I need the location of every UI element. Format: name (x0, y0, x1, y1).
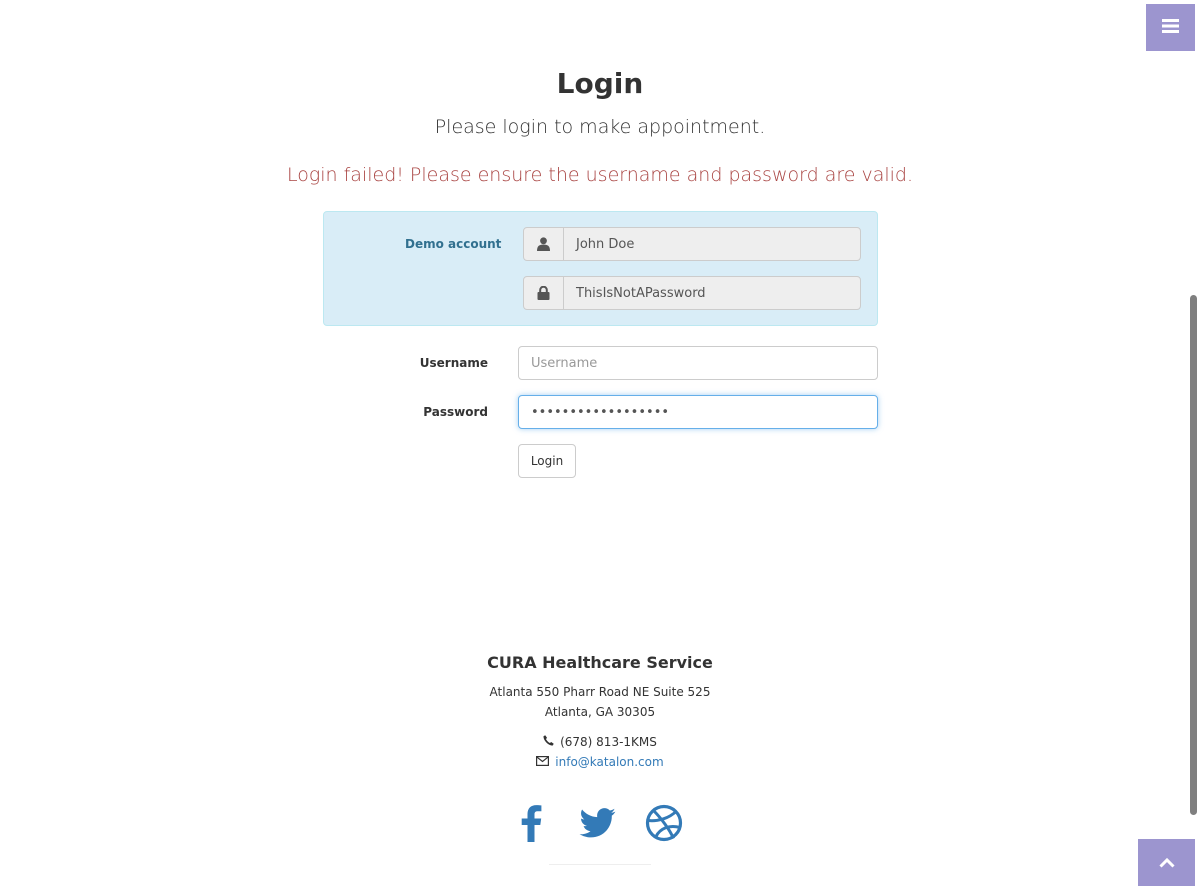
chevron-up-icon (1158, 853, 1175, 872)
demo-username-field: John Doe (523, 227, 861, 261)
footer-address-line2: Atlanta, GA 30305 (544, 705, 656, 719)
bars-icon (1162, 18, 1179, 37)
username-input[interactable] (518, 346, 878, 380)
dribbble-icon[interactable] (642, 801, 686, 845)
footer-company-name: CURA Healthcare Service (487, 653, 713, 672)
envelope-icon (536, 755, 550, 769)
page-subtitle: Please login to make appointment. (434, 116, 766, 138)
demo-account-label: Demo account (405, 237, 502, 251)
password-input[interactable] (518, 395, 878, 429)
demo-password-value: ThisIsNotAPassword (576, 285, 706, 301)
phone-icon (543, 735, 554, 749)
page-title: Login (556, 67, 644, 100)
footer-email: info@katalon.com (0, 755, 1200, 769)
twitter-icon[interactable] (576, 801, 620, 845)
footer-email-link[interactable]: info@katalon.com (555, 755, 663, 769)
footer-address-line1: Atlanta 550 Pharr Road NE Suite 525 (489, 685, 711, 699)
demo-password-field: ThisIsNotAPassword (523, 276, 861, 310)
footer-phone-number: (678) 813-1KMS (560, 735, 657, 749)
scroll-to-top-button[interactable] (1138, 839, 1195, 886)
password-label: Password (423, 405, 488, 419)
demo-username-value: John Doe (576, 236, 635, 252)
login-button[interactable]: Login (518, 444, 576, 478)
footer-divider (549, 864, 651, 865)
username-label: Username (419, 356, 488, 370)
error-message: Login failed! Please ensure the username… (286, 164, 914, 186)
lock-icon (524, 277, 564, 309)
footer-phone: (678) 813-1KMS (0, 735, 1200, 749)
facebook-icon[interactable] (509, 801, 553, 845)
user-icon (524, 228, 564, 260)
